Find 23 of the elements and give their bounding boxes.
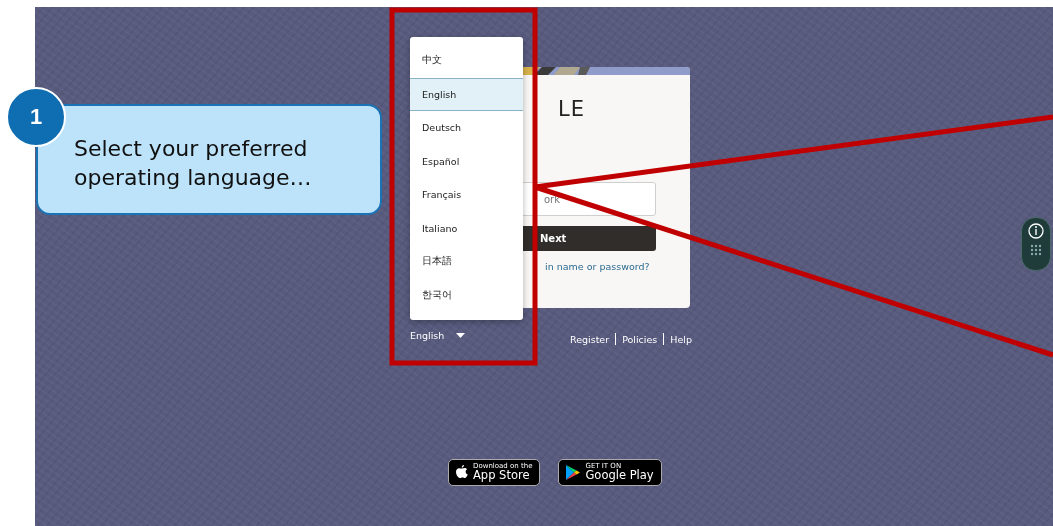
menu-item[interactable]: English [410, 77, 523, 111]
menu-item[interactable]: 한국어 [410, 278, 523, 312]
apple-icon [456, 465, 468, 480]
logo-text: LE [558, 99, 585, 120]
caret-icon [456, 333, 466, 338]
menu-item[interactable]: Deutsch [410, 111, 523, 145]
forgot-link[interactable]: in name or password? [545, 261, 650, 272]
footer-link[interactable]: Register [570, 333, 610, 345]
help-widget[interactable] [1021, 217, 1051, 271]
step-badge: 1 [6, 87, 66, 147]
callout-text: Select your preferred operating language… [74, 134, 313, 192]
badge-title: Google Play [585, 470, 654, 482]
menu-item[interactable]: Español [410, 144, 523, 178]
play-icon [566, 465, 581, 480]
footer-link[interactable]: Help [670, 333, 692, 345]
menu-item[interactable]: Italiano [410, 211, 523, 245]
footer-link[interactable]: Policies [622, 333, 658, 345]
menu-item[interactable]: 中文 [410, 44, 523, 78]
menu-item[interactable]: Français [410, 178, 523, 212]
badge-title: App Store [473, 470, 531, 482]
menu-item[interactable]: 日本語 [410, 245, 523, 279]
language-select[interactable]: English [410, 330, 466, 341]
next-button[interactable]: Next [520, 226, 656, 251]
